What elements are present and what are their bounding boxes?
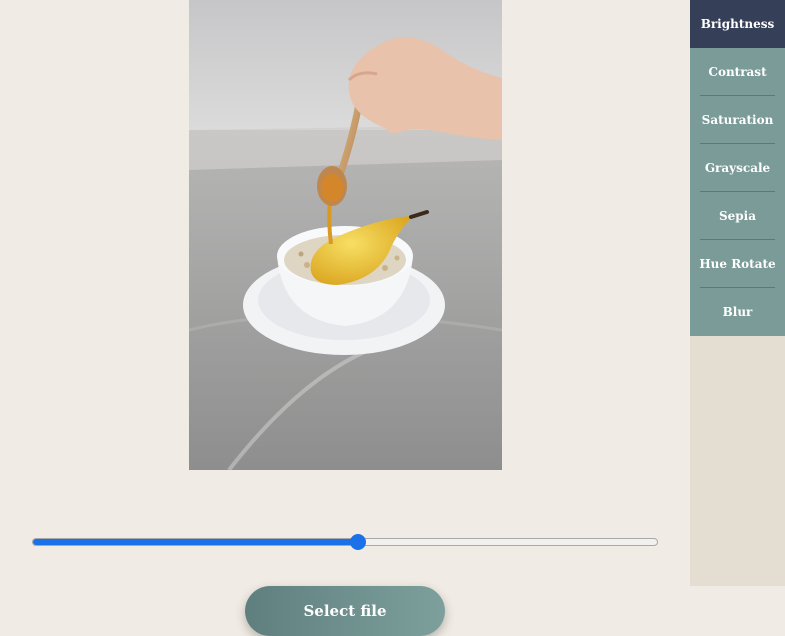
filter-list: Brightness Contrast Saturation Grayscale… (690, 0, 785, 336)
slider-fill (33, 539, 358, 545)
filter-blur[interactable]: Blur (690, 288, 785, 336)
filter-hue-rotate[interactable]: Hue Rotate (690, 240, 785, 288)
slider-thumb[interactable] (349, 534, 366, 550)
filter-saturation[interactable]: Saturation (690, 96, 785, 144)
adjustment-slider[interactable] (32, 534, 658, 550)
filter-brightness[interactable]: Brightness (690, 0, 785, 48)
photo-editor: Select file Brightness Contrast Saturati… (0, 0, 785, 636)
filter-sepia[interactable]: Sepia (690, 192, 785, 240)
slider-track[interactable] (32, 538, 658, 546)
filter-sidebar: Brightness Contrast Saturation Grayscale… (690, 0, 785, 586)
select-file-button[interactable]: Select file (245, 586, 445, 636)
filter-grayscale[interactable]: Grayscale (690, 144, 785, 192)
preview-image (189, 0, 502, 470)
filter-contrast[interactable]: Contrast (690, 48, 785, 96)
